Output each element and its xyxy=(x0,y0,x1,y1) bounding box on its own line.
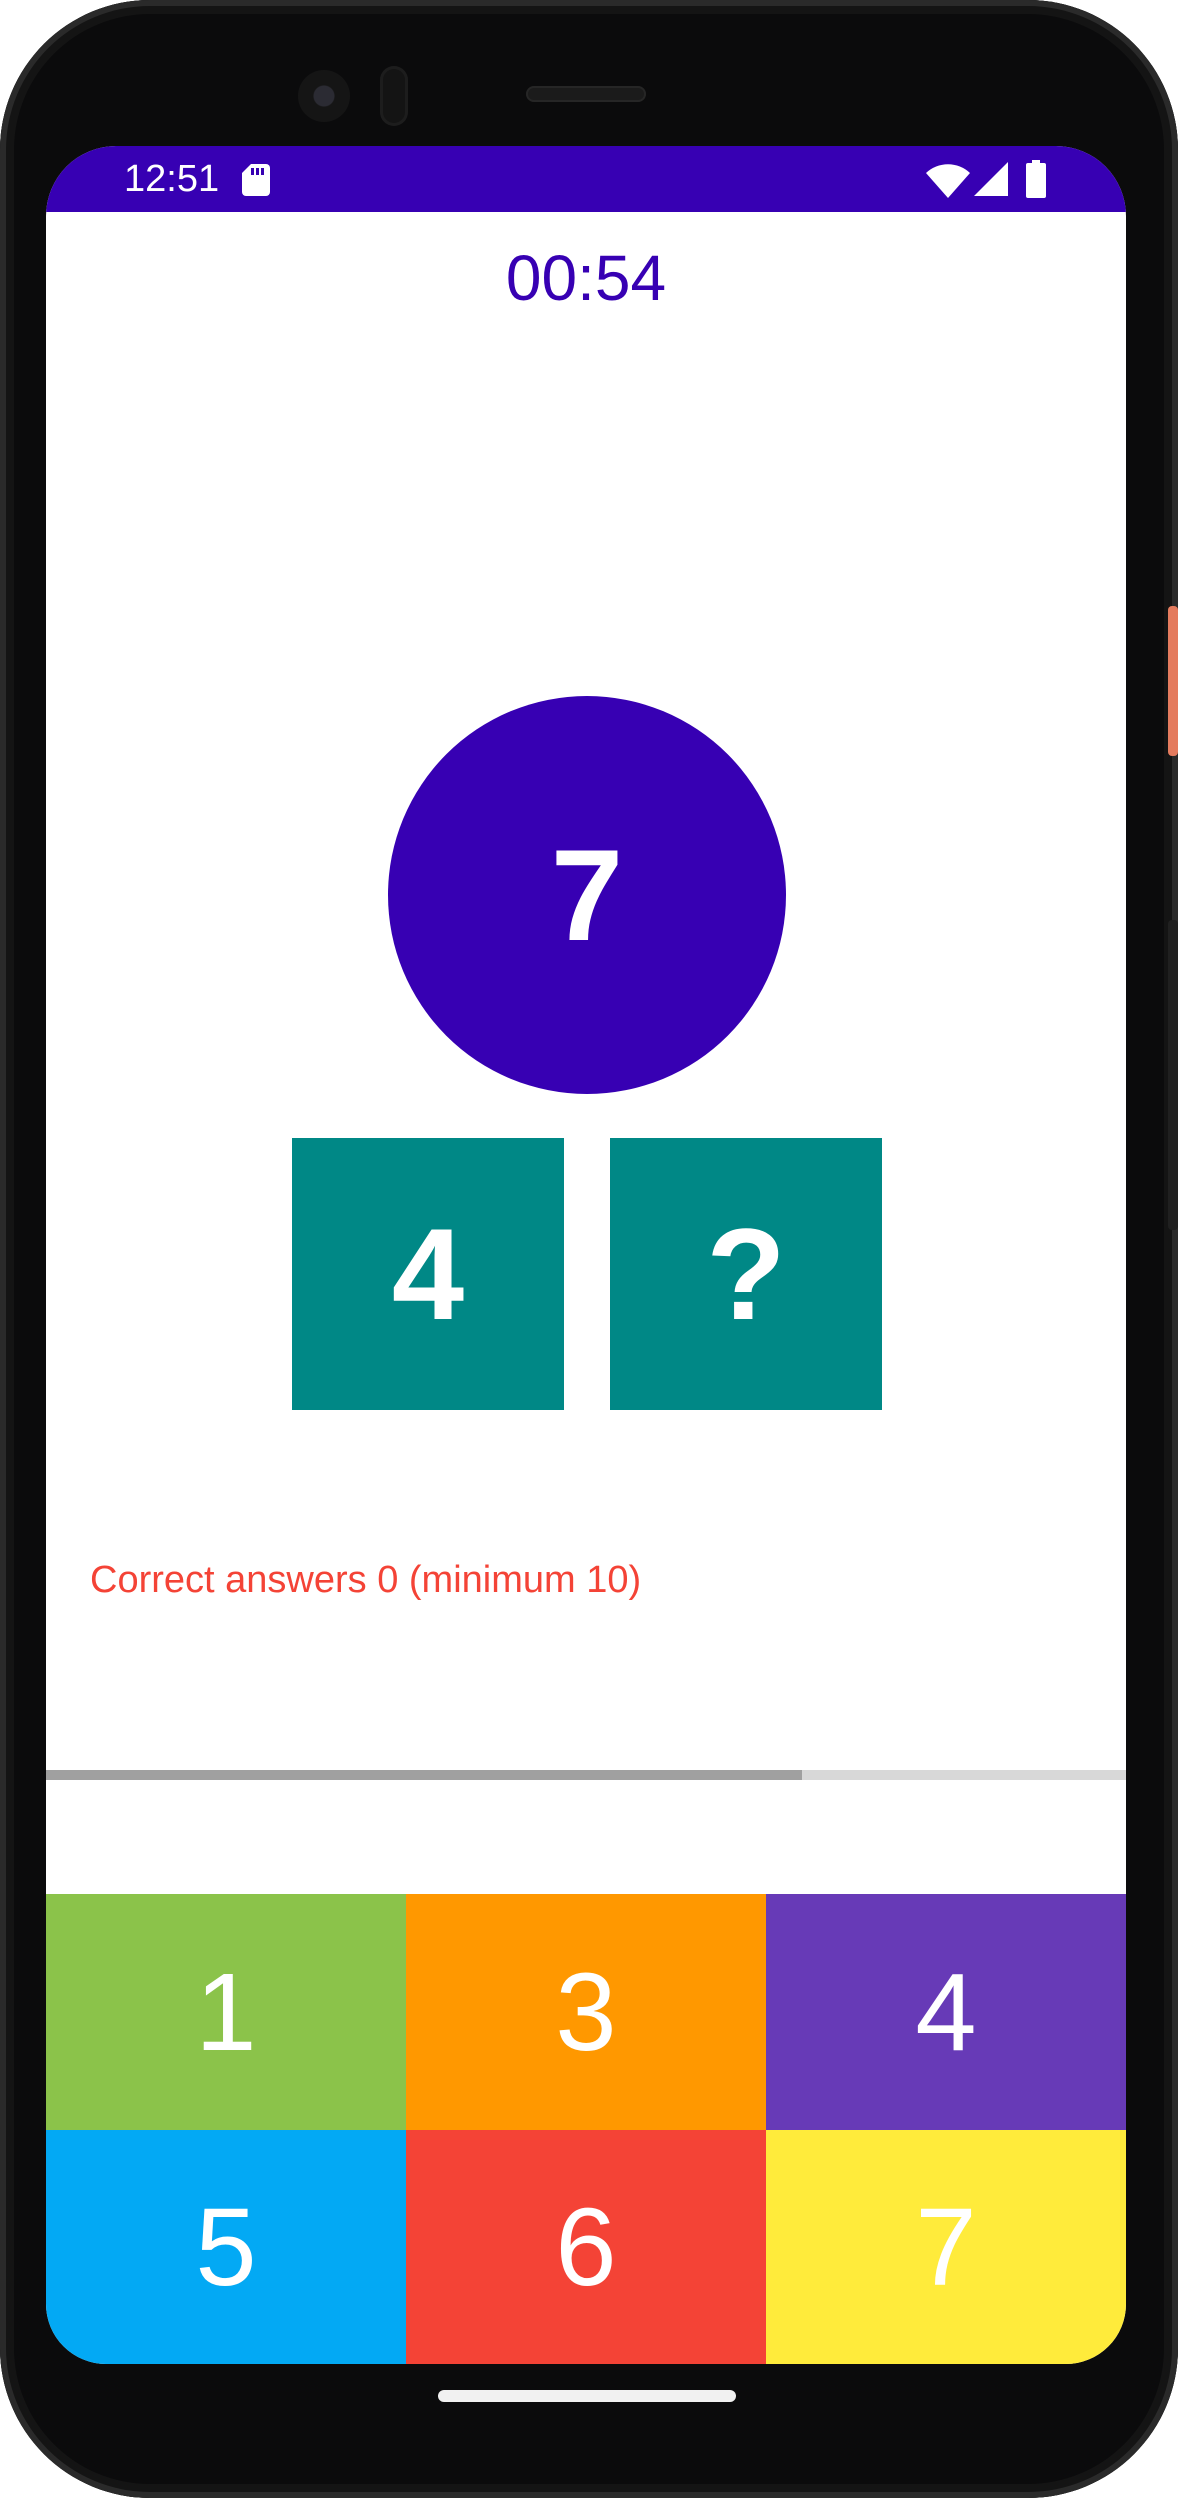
countdown-timer: 00:54 xyxy=(505,242,667,314)
answer-key-5[interactable]: 5 xyxy=(46,2130,406,2364)
answer-keypad: 1 3 4 5 6 7 xyxy=(46,1894,1126,2364)
time-progress-bar xyxy=(46,1770,1126,1780)
gesture-navigation-bar[interactable] xyxy=(438,2390,736,2402)
unknown-part-value: ? xyxy=(706,1201,786,1347)
progress-fill xyxy=(46,1770,802,1780)
volume-button xyxy=(1168,920,1178,1230)
known-part-box: 4 xyxy=(292,1138,564,1410)
sd-card-icon xyxy=(242,164,270,196)
answer-key-1[interactable]: 1 xyxy=(46,1894,406,2130)
signal-icon xyxy=(974,162,1008,196)
sensor-icon xyxy=(380,66,408,126)
battery-icon xyxy=(1026,160,1046,198)
phone-frame: 12:51 00:54 7 4 ? Correct answers 0 (min… xyxy=(0,0,1178,2498)
status-time: 12:51 xyxy=(124,158,220,200)
correct-answers-label: Correct answers 0 (minimum 10) xyxy=(90,1559,642,1601)
wifi-icon xyxy=(926,164,970,198)
answer-key-6[interactable]: 6 xyxy=(406,2130,766,2364)
unknown-part-box: ? xyxy=(610,1138,882,1410)
target-number-circle: 7 xyxy=(388,696,786,1094)
status-bar: 12:51 xyxy=(46,146,1126,212)
answer-key-7[interactable]: 7 xyxy=(766,2130,1126,2364)
known-part-value: 4 xyxy=(391,1201,465,1347)
power-button xyxy=(1168,606,1178,756)
front-camera-icon xyxy=(298,70,350,122)
earpiece-speaker xyxy=(526,86,646,102)
answer-key-4[interactable]: 4 xyxy=(766,1894,1126,2130)
target-number: 7 xyxy=(550,822,624,968)
app-screen: 12:51 00:54 7 4 ? Correct answers 0 (min… xyxy=(46,146,1126,2364)
answer-key-3[interactable]: 3 xyxy=(406,1894,766,2130)
